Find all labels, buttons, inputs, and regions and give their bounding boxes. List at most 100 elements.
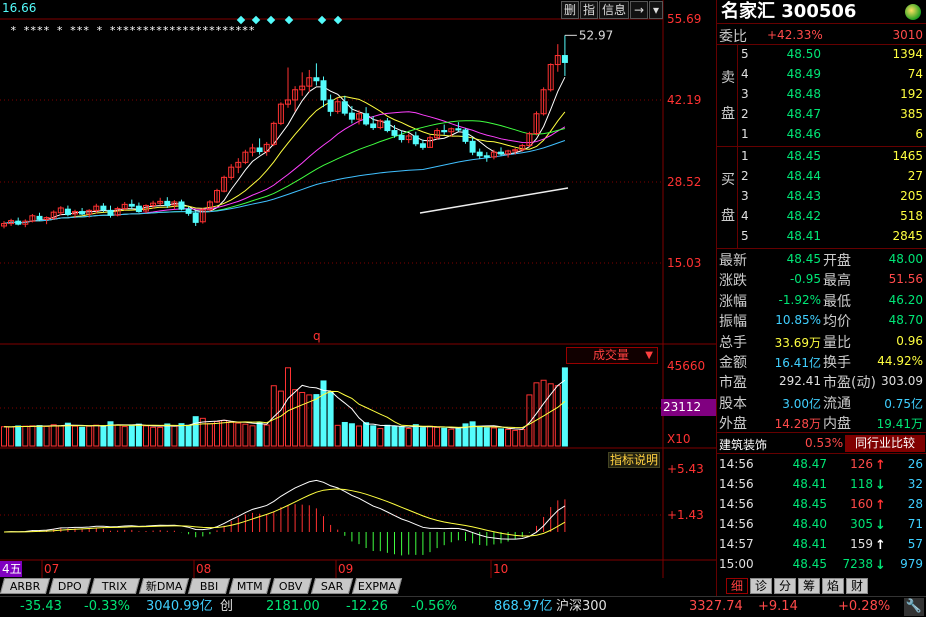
stat-value: -0.95: [789, 272, 821, 287]
right-arrow-button[interactable]: →: [630, 1, 648, 19]
buy-price[interactable]: 48.45: [767, 149, 821, 163]
volume-ma5-line: [3, 379, 566, 430]
candlestick-series: [1, 35, 568, 229]
sector-name[interactable]: 建筑装饰: [719, 436, 767, 453]
buy-label-bottom: 盘: [721, 208, 735, 224]
index-name-chuang[interactable]: 创: [220, 597, 233, 617]
sell-level: 1: [741, 127, 749, 141]
sell-price[interactable]: 48.47: [767, 107, 821, 121]
volume-indicator-label: 成交量: [593, 348, 630, 362]
volume-indicator-select[interactable]: 成交量 ▼: [566, 347, 658, 364]
stat-value: 292.41: [779, 374, 821, 389]
volume-bar-down: [348, 423, 355, 447]
buy-order-book: 买盘 1 48.45 1465 2 48.44 27 3 48.43 205 4 48.42 518 5 4…: [717, 147, 926, 249]
market-status-bar: -35.43 -0.33% 3040.99亿 创 2181.00 -12.26 …: [0, 596, 926, 617]
indicator-tab-sar[interactable]: SAR: [310, 578, 354, 594]
mark-button[interactable]: 指: [580, 1, 598, 19]
buy-price[interactable]: 48.42: [767, 209, 821, 223]
chuang-value: 2181.00: [266, 599, 320, 614]
volume-bar-up: [540, 379, 547, 447]
volume-bar-up: [72, 425, 78, 447]
market-globe-icon[interactable]: [905, 4, 921, 20]
arrow-up-icon: ↑: [875, 538, 886, 553]
sell-volume: 74: [907, 67, 923, 81]
arrow-down-icon: ↓: [875, 518, 886, 533]
candle-down: [256, 147, 263, 153]
volume-bar-up: [292, 389, 299, 447]
tick-volume: 160: [850, 497, 873, 511]
indicator-help-button[interactable]: 指标说明: [608, 452, 660, 468]
tick-price: 48.41: [792, 537, 827, 551]
tick-time: 14:56: [719, 457, 754, 471]
index-name-hs300[interactable]: 沪深300: [556, 597, 607, 617]
order-ratio-row: 委比 +42.33% 3010: [717, 25, 926, 45]
stat-label: 均价: [823, 314, 851, 331]
buy-price[interactable]: 48.44: [767, 169, 821, 183]
panel-tab-3[interactable]: 筹: [798, 578, 820, 594]
sell-price[interactable]: 48.46: [767, 127, 821, 141]
stat-value: 51.56: [888, 272, 923, 287]
sell-price[interactable]: 48.50: [767, 47, 821, 61]
wrench-icon[interactable]: 🔧: [904, 598, 924, 616]
volume-bar-down: [398, 426, 405, 447]
sell-price[interactable]: 48.48: [767, 87, 821, 101]
volume-bar-up: [277, 390, 284, 447]
indicator-tab-bbi[interactable]: BBI: [187, 578, 231, 594]
stat-label: 涨跌: [719, 273, 747, 290]
volume-bar-down: [36, 425, 43, 447]
volume-bar-up: [242, 423, 249, 447]
stat-label: 外盘: [719, 416, 747, 433]
buy-price[interactable]: 48.41: [767, 229, 821, 243]
volume-bar-up: [22, 425, 29, 447]
tick-time: 14:56: [719, 477, 754, 491]
stat-value: -1.92%: [778, 292, 821, 307]
info-button[interactable]: 信息: [599, 1, 629, 19]
macd-dif-line: [3, 479, 566, 540]
volume-bar-up: [143, 425, 149, 447]
candle-down: [498, 151, 504, 155]
buy-price[interactable]: 48.43: [767, 189, 821, 203]
panel-tab-2[interactable]: 分: [774, 578, 796, 594]
macd-indicator: [3, 479, 566, 556]
kline-chart[interactable]: 55.69 42.19 28.52 15.03 16.66 * **** * *** * …: [0, 0, 716, 578]
indicator-tab-obv[interactable]: OBV: [269, 578, 313, 594]
volume-bar-up: [50, 424, 57, 447]
volume-bar-down: [327, 391, 334, 447]
sell-price[interactable]: 48.49: [767, 67, 821, 81]
delete-button[interactable]: 删: [561, 1, 579, 19]
indicator-tab-mtm[interactable]: MTM: [228, 578, 272, 594]
ma10-line: [3, 95, 566, 225]
trend-line: [419, 187, 569, 214]
indicator-tab-expma[interactable]: EXPMA: [351, 578, 403, 594]
indicator-tab-trix[interactable]: TRIX: [89, 578, 141, 594]
panel-tab-4[interactable]: 焰: [822, 578, 844, 594]
chuang-amount: 868.97亿: [494, 599, 553, 614]
volume-bar-down: [64, 422, 71, 447]
order-diff-value: 3010: [892, 28, 923, 42]
indicator-tab-新dma[interactable]: 新DMA: [138, 578, 190, 594]
ma5-line: [3, 76, 566, 225]
stat-label: 换手: [823, 355, 851, 371]
indicator-tab-arbr[interactable]: ARBR: [0, 578, 51, 594]
menu-dropdown-button[interactable]: ▾: [649, 1, 663, 19]
panel-tab-5[interactable]: 财: [846, 578, 868, 594]
volume-bar-up: [235, 422, 242, 447]
stat-label: 市盈: [719, 375, 747, 392]
candle-down: [128, 203, 135, 207]
candle-down: [15, 220, 22, 225]
signal-diamond: [266, 15, 276, 25]
volume-bar-up: [1, 426, 7, 447]
indicator-tab-dpo[interactable]: DPO: [48, 578, 92, 594]
candle-down: [419, 143, 426, 148]
buy-level: 1: [741, 149, 749, 163]
volume-bar-down: [341, 421, 348, 447]
panel-tab-0[interactable]: 细: [726, 578, 748, 594]
candle-down: [320, 80, 327, 101]
corner-price-label: 16.66: [2, 1, 36, 15]
panel-tab-1[interactable]: 诊: [750, 578, 772, 594]
kline-chart-area[interactable]: 55.69 42.19 28.52 15.03 16.66 * **** * *** * …: [0, 0, 716, 578]
volume-bar-down: [455, 428, 462, 447]
tick-count: 32: [907, 477, 923, 491]
tick-time: 14:57: [719, 537, 754, 551]
peer-compare-button[interactable]: 同行业比较: [845, 435, 925, 452]
